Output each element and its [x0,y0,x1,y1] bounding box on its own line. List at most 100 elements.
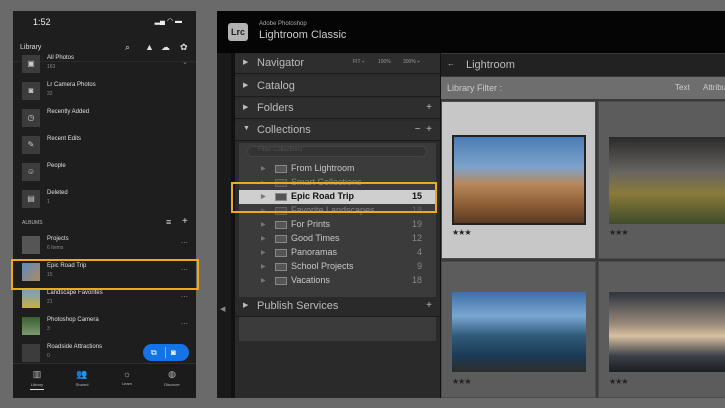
grid-cell[interactable]: ★★★ [441,261,596,398]
label: 21 [47,299,53,305]
navigator-section[interactable]: ▶ Navigator FIT ÷ 100% 300% ÷ [235,54,440,74]
label: Panoramas [291,247,338,257]
label: Recently Added [47,109,90,115]
photo-thumbnail[interactable] [452,292,586,372]
grid-cell[interactable]: ★★★ [441,101,596,259]
label: 1 [47,199,50,205]
label: ★★★ [452,228,471,237]
add-album-icon[interactable]: + [182,216,188,227]
import-icon[interactable]: ⧉ [151,344,157,361]
highlight-box [11,259,199,290]
image-icon: ▣ [22,55,40,73]
album-item[interactable]: Projects 6 Items ⋯ [13,233,196,260]
album-thumbnail [22,344,40,362]
filter-text[interactable]: Text [675,83,690,92]
album-thumbnail [22,236,40,254]
collection-item[interactable]: ▶ Good Times 12 [239,232,436,246]
more-icon[interactable]: ⋯ [181,293,188,301]
more-icon[interactable]: ⋯ [181,239,188,247]
library-item[interactable]: ◷ Recently Added [13,106,196,133]
label: School Projects [291,261,354,271]
collection-item[interactable]: ▶ Panoramas 4 [239,246,436,260]
photo-thumbnail[interactable] [609,137,725,224]
title-bar: Lrc Adobe Photoshop Lightroom Classic [217,11,725,53]
label: All Photos [47,55,75,61]
signal-wifi-battery-icon: ▂▄ ◠ ▬ [154,18,182,25]
library-item[interactable]: ✎ Recent Edits [13,133,196,160]
label: People [47,163,66,169]
label: Shared [75,382,89,387]
brand-small: Adobe Photoshop [259,21,307,27]
sort-icon[interactable]: ≡ [166,217,171,227]
label: Photoshop Camera [47,317,99,323]
label: 9 [416,261,422,271]
label: 32 [47,91,53,97]
grid-view: ← Lightroom Library Filter : Text Attribute… [441,53,725,398]
label: 6 Items [47,245,64,251]
library-filter-bar: Library Filter : Text Attribute [441,77,725,99]
library-item[interactable]: ▤ Deleted 1 [13,187,196,214]
tab-shared[interactable]: 👥 Shared [62,369,102,387]
camera-icon[interactable]: ◙ [171,344,176,361]
publish-services-section[interactable]: ▶ Publish Services + [235,297,440,317]
collection-icon [275,235,287,243]
library-item[interactable]: ◙ Lr Camera Photos 32 [13,79,196,106]
expand-arrow-icon: ▶ [261,222,266,228]
filter-collections-input[interactable]: Filter Collections [247,146,427,157]
tab-discover[interactable]: ◍ Discover [152,369,192,387]
label: Library [30,382,44,387]
chevron-down-icon[interactable]: ⌄ [182,58,188,66]
label: Catalog [257,80,295,92]
label: 4 [416,247,422,257]
edit-icon: ✎ [22,136,40,154]
library-item[interactable]: ▣ All Photos 163 ⌄ [13,52,196,79]
label: Collections [257,124,311,136]
label: 18 [411,275,422,285]
collection-icon [275,249,287,257]
tab-learn[interactable]: ☼ Learn [107,369,147,386]
page-title: Library [20,44,42,51]
more-icon[interactable]: ⋯ [181,320,188,328]
label: 163 [47,64,56,70]
collapse-left-icon[interactable]: ◀ [220,305,225,313]
album-thumbnail [22,290,40,308]
catalog-section[interactable]: ▶ Catalog [235,77,440,97]
label: ★★★ [609,377,628,386]
library-item[interactable]: ☺ People [13,160,196,187]
label: ★★★ [452,377,471,386]
collections-section[interactable]: ▼ Collections − + [235,121,440,141]
collection-item[interactable]: ▶ From Lightroom [239,162,436,176]
zoom-fit[interactable]: FIT ÷ [353,59,365,65]
photo-thumbnail[interactable] [452,135,586,225]
grid-cell[interactable]: ★★★ [598,101,725,259]
photo-thumbnail[interactable] [609,292,725,372]
zoom-100[interactable]: 100% [378,59,391,65]
label: Recent Edits [47,136,82,142]
expand-arrow-icon: ▶ [261,264,266,270]
folders-section[interactable]: ▶ Folders + [235,99,440,119]
label: For Prints [291,219,331,229]
label: Library Filter : [447,83,503,93]
label: Lr Camera Photos [47,82,96,88]
label: Roadside Attractions [47,344,103,350]
collection-item[interactable]: ▶ School Projects 9 [239,260,436,274]
album-item[interactable]: Photoshop Camera 3 ⋯ [13,314,196,341]
lightroom-mobile-app: 1:52 ▂▄ ◠ ▬ Library ⌕ ▲ ☁ ✿ ▣ All Photos 1… [13,11,196,398]
tab-bar: ▥ Library 👥 Shared ☼ Learn ◍ Discover [13,363,196,398]
collection-item[interactable]: ▶ For Prints 19 [239,218,436,232]
lrc-logo: Lrc [228,23,248,41]
left-panel: ▶ Navigator FIT ÷ 100% 300% ÷ ▶ Catalog ▶ F… [235,53,440,398]
grid-cell[interactable]: ★★★ [598,261,725,398]
collection-item[interactable]: ▶ Vacations 18 [239,274,436,288]
album-item[interactable]: Landscape Favorites 21 ⋯ [13,287,196,314]
back-arrow-icon[interactable]: ← [447,59,455,68]
zoom-300[interactable]: 300% ÷ [403,59,420,65]
tab-library[interactable]: ▥ Library [17,369,57,390]
filter-attribute[interactable]: Attribute [703,83,725,92]
album-thumbnail [22,317,40,335]
bell-icon[interactable]: ▲ [145,42,154,52]
import-capture-button[interactable]: ⧉ ◙ [143,344,189,361]
left-edge: ◀ [217,53,231,398]
expand-arrow-icon: ▶ [261,250,266,256]
expand-arrow-icon: ▶ [261,278,266,284]
